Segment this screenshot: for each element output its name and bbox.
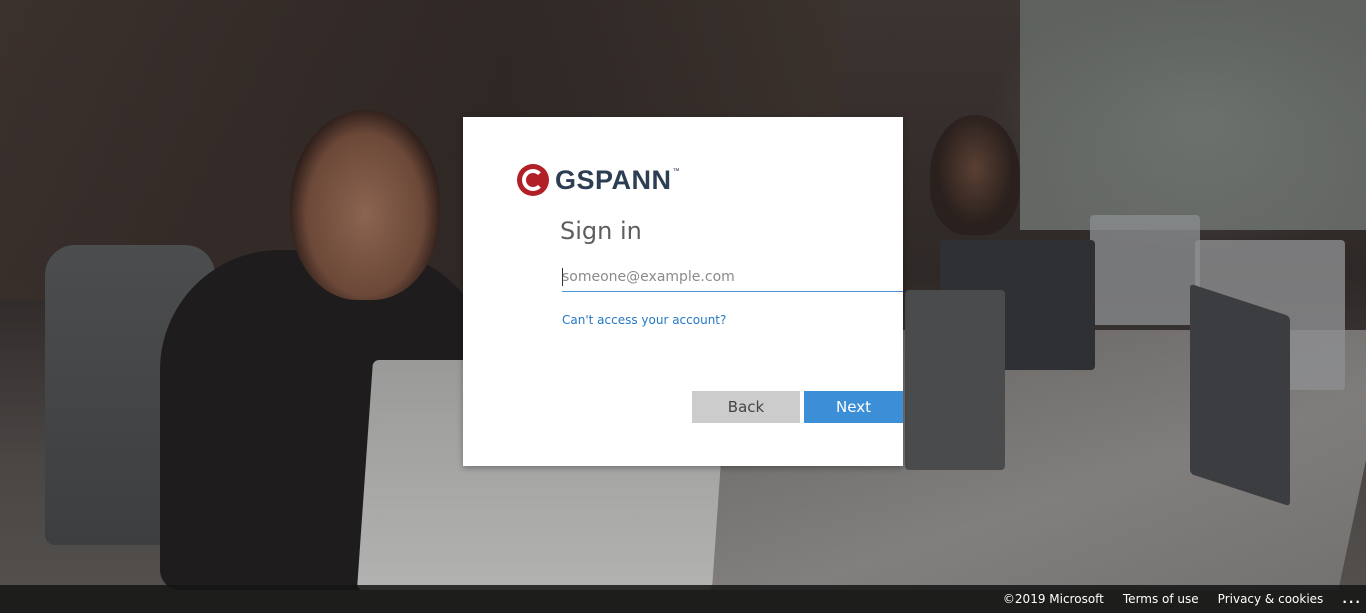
background-person-rear — [930, 115, 1020, 235]
footer-bar: ©2019 Microsoft Terms of use Privacy & c… — [0, 585, 1366, 613]
copyright-text: ©2019 Microsoft — [1002, 592, 1104, 606]
brand-name: GSPANN — [555, 164, 672, 195]
background-laptop — [905, 290, 1005, 470]
background-person-head — [290, 110, 440, 300]
brand-logo: GSPANN ™ — [517, 164, 680, 196]
background-whiteboard — [1020, 0, 1366, 230]
next-button[interactable]: Next — [804, 391, 903, 423]
more-options-icon[interactable]: ... — [1342, 592, 1362, 606]
page-title: Sign in — [560, 217, 642, 245]
back-button[interactable]: Back — [692, 391, 800, 423]
gspann-logo-icon — [517, 164, 549, 196]
background-laptop — [1190, 283, 1290, 507]
text-cursor — [562, 268, 563, 286]
cant-access-account-link[interactable]: Can't access your account? — [562, 313, 726, 327]
signin-card: GSPANN ™ Sign in Can't access your accou… — [463, 117, 903, 466]
privacy-cookies-link[interactable]: Privacy & cookies — [1218, 592, 1324, 606]
trademark-symbol: ™ — [672, 168, 680, 175]
terms-of-use-link[interactable]: Terms of use — [1123, 592, 1199, 606]
email-field[interactable] — [562, 263, 903, 292]
background-laptop — [1090, 215, 1200, 325]
